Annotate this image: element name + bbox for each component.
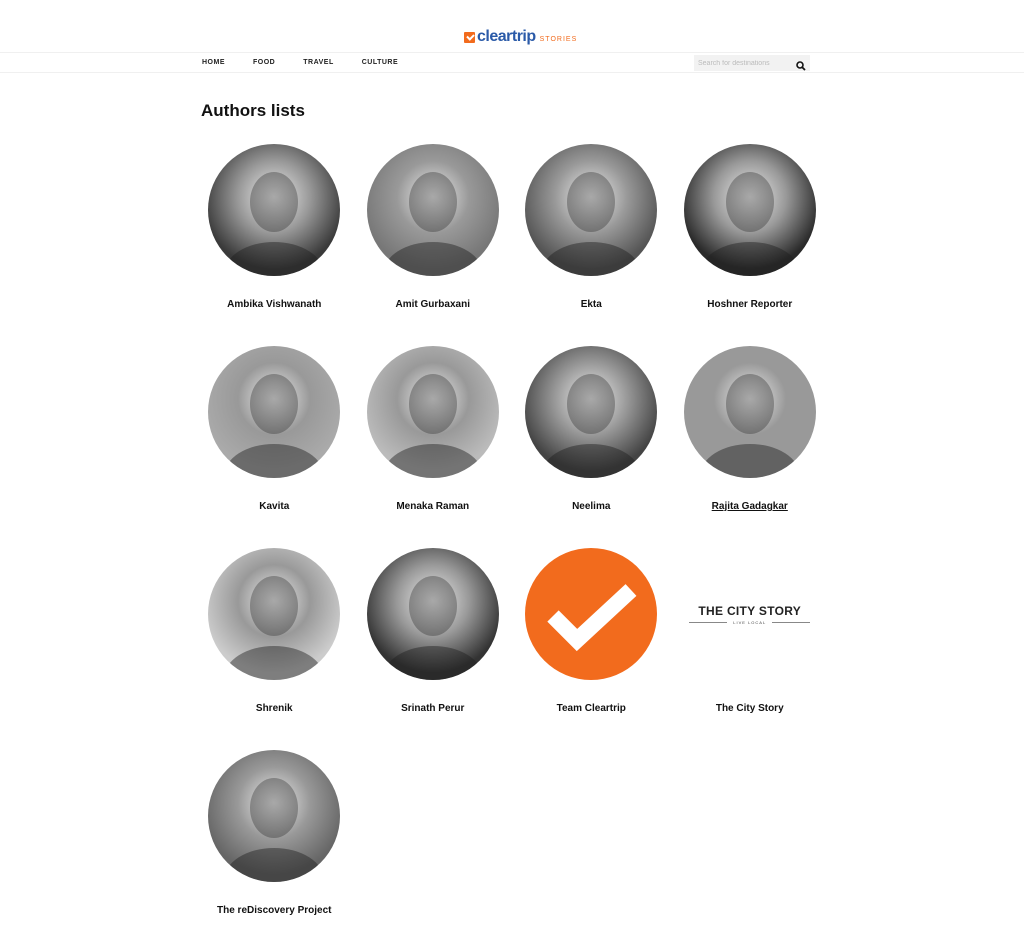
logo-subtext: STORIES — [539, 35, 578, 43]
author-name: Srinath Perur — [401, 703, 465, 714]
author-name: Ekta — [580, 299, 602, 310]
search-box — [694, 55, 810, 71]
author-avatar — [683, 346, 816, 478]
header: cleartrip STORIES — [0, 0, 1024, 53]
author-name: The reDiscovery Project — [217, 905, 332, 916]
author-avatar — [208, 548, 341, 680]
author-avatar — [683, 144, 816, 276]
author-name: Menaka Raman — [396, 501, 470, 512]
checkmark-icon — [464, 31, 475, 43]
author-avatar — [366, 144, 499, 276]
author-card[interactable]: Hoshner Reporter — [671, 144, 830, 346]
author-card[interactable]: Rajita Gadagkar — [671, 346, 830, 548]
author-avatar — [208, 144, 341, 276]
nav-food[interactable]: FOOD — [253, 59, 275, 66]
author-card[interactable]: THE CITY STORY LIVE LOCAL The City Story — [671, 548, 830, 750]
search-input[interactable] — [698, 59, 794, 67]
author-name: Team Cleartrip — [556, 703, 626, 714]
author-name: Rajita Gadagkar — [711, 501, 788, 512]
author-card[interactable]: Neelima — [512, 346, 671, 548]
logo-text: cleartrip — [477, 28, 536, 45]
authors-grid: Ambika Vishwanath Amit Gurbaxani Ekta Hoshn… — [195, 144, 831, 952]
author-card[interactable]: Kavita — [195, 346, 354, 548]
author-name: Kavita — [259, 501, 290, 512]
search-icon[interactable] — [796, 58, 806, 71]
page-title: Authors lists — [201, 101, 305, 120]
author-card[interactable]: The reDiscovery Project — [195, 750, 354, 952]
author-avatar — [366, 548, 499, 680]
author-name: Ambika Vishwanath — [227, 299, 322, 310]
cleartrip-stories-logo[interactable]: cleartrip STORIES — [464, 28, 577, 46]
author-card[interactable]: Amit Gurbaxani — [354, 144, 513, 346]
author-name: Shrenik — [255, 703, 293, 714]
author-card[interactable]: Ekta — [512, 144, 671, 346]
author-avatar — [525, 548, 658, 680]
nav-bar: HOME FOOD TRAVEL CULTURE — [0, 53, 1024, 73]
author-name: Hoshner Reporter — [707, 299, 793, 310]
author-card[interactable]: Team Cleartrip — [512, 548, 671, 750]
author-name: Neelima — [572, 501, 611, 512]
author-card[interactable]: Ambika Vishwanath — [195, 144, 354, 346]
author-card[interactable]: Srinath Perur — [354, 548, 513, 750]
author-avatar — [366, 346, 499, 478]
author-name: The City Story — [715, 703, 784, 714]
author-avatar — [208, 750, 341, 882]
author-avatar — [525, 144, 658, 276]
nav-culture[interactable]: CULTURE — [362, 59, 398, 66]
author-card[interactable]: Menaka Raman — [354, 346, 513, 548]
author-card[interactable]: Shrenik — [195, 548, 354, 750]
city-story-logo: THE CITY STORY LIVE LOCAL — [684, 548, 816, 680]
checkmark-icon — [547, 584, 637, 652]
nav-travel[interactable]: TRAVEL — [303, 59, 333, 66]
author-name: Amit Gurbaxani — [395, 299, 470, 310]
author-avatar — [525, 346, 658, 478]
nav-home[interactable]: HOME — [202, 59, 225, 66]
author-avatar — [208, 346, 341, 478]
